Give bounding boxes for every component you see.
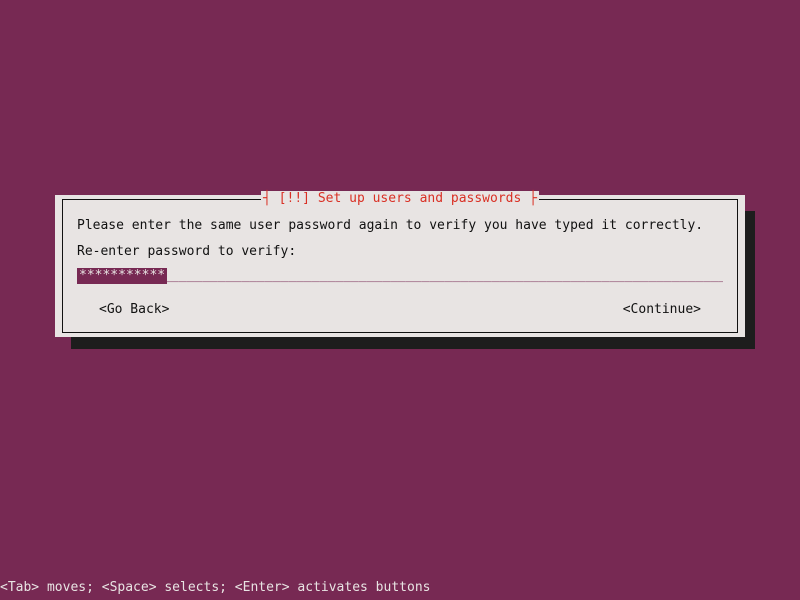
- continue-button[interactable]: <Continue>: [623, 302, 701, 318]
- field-label: Re-enter password to verify:: [77, 244, 723, 260]
- dialog-title-wrap: ┤ [!!] Set up users and passwords ├: [63, 191, 737, 207]
- password-input-empty: ________________________________________…: [77, 268, 723, 284]
- dialog-frame: ┤ [!!] Set up users and passwords ├ Plea…: [62, 199, 738, 333]
- dialog-window: ┤ [!!] Set up users and passwords ├ Plea…: [55, 195, 745, 337]
- password-input[interactable]: ________________________________________…: [77, 268, 723, 284]
- help-bar: <Tab> moves; <Space> selects; <Enter> ac…: [0, 580, 430, 596]
- go-back-button[interactable]: <Go Back>: [99, 302, 169, 318]
- dialog-title: ┤ [!!] Set up users and passwords ├: [261, 191, 539, 207]
- instruction-text: Please enter the same user password agai…: [77, 218, 723, 234]
- button-row: <Go Back> <Continue>: [77, 302, 723, 318]
- dialog: ┤ [!!] Set up users and passwords ├ Plea…: [55, 195, 745, 337]
- password-input-value: ***********: [77, 268, 167, 284]
